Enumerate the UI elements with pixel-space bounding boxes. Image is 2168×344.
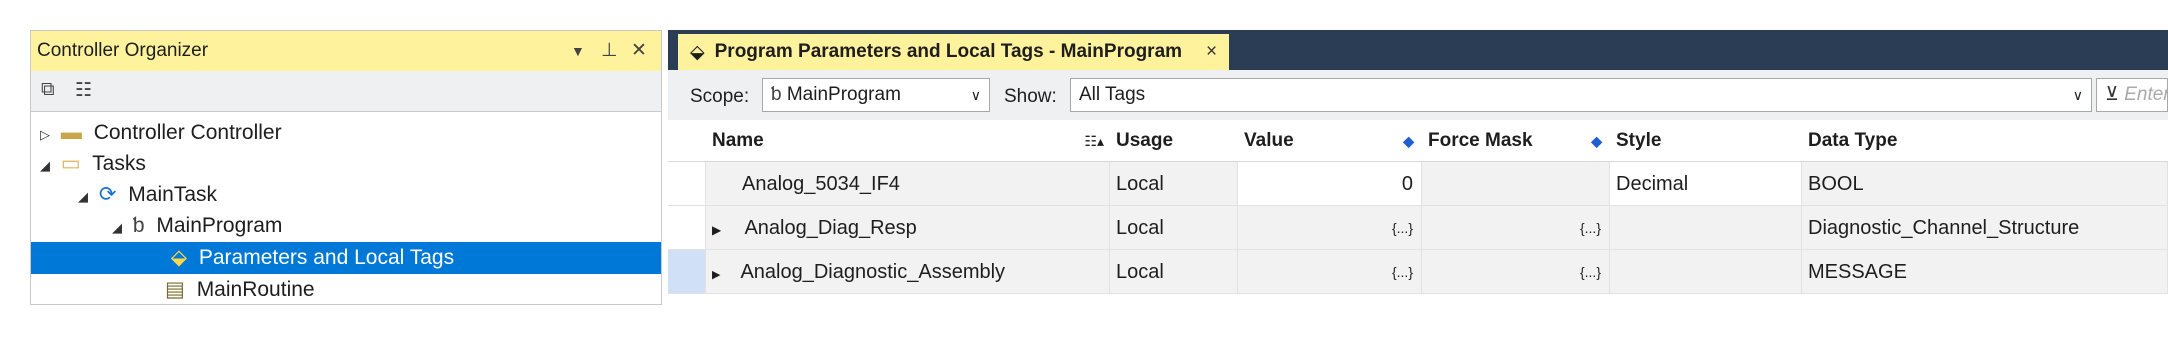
tag-editor-panel: ⬙ Program Parameters and Local Tags - Ma… bbox=[668, 30, 2168, 305]
tree-item-label: MainTask bbox=[128, 183, 217, 206]
collapse-arrow-icon[interactable]: ◢ bbox=[35, 150, 55, 182]
folder-open-icon: ▭ bbox=[60, 152, 81, 175]
cell-data-type[interactable]: BOOL bbox=[1802, 162, 2168, 206]
show-label: Show: bbox=[1004, 86, 1057, 107]
chevron-down-icon: ∨ bbox=[970, 87, 981, 103]
column-header-usage[interactable]: Usage bbox=[1110, 120, 1238, 162]
expand-all-icon[interactable]: ☷ bbox=[75, 79, 92, 102]
cell-usage[interactable]: Local bbox=[1110, 162, 1238, 206]
dropdown-arrow-icon[interactable]: ▼ bbox=[571, 43, 585, 59]
column-header-label: Force Mask bbox=[1428, 130, 1533, 151]
routine-icon: ▤ bbox=[165, 278, 185, 301]
tree-item-label: Parameters and Local Tags bbox=[198, 246, 455, 269]
cell-value[interactable]: {...} bbox=[1238, 206, 1422, 250]
tree-item-label: Controller Controller bbox=[93, 121, 282, 144]
cell-name[interactable]: ▶ Analog_Diag_Resp bbox=[706, 206, 1110, 250]
table-row[interactable]: Analog_5034_IF4 Local 0 Decimal BOOL bbox=[668, 162, 2168, 206]
column-header-data-type[interactable]: Data Type bbox=[1802, 120, 2168, 162]
column-header-label: Name bbox=[712, 130, 764, 151]
row-header-selected[interactable] bbox=[668, 250, 706, 294]
cell-name-text: Analog_Diag_Resp bbox=[744, 217, 917, 239]
organizer-toolbar: ⧉ ☷ bbox=[31, 71, 661, 112]
cell-name[interactable]: Analog_5034_IF4 bbox=[706, 162, 1110, 206]
name-filter-input[interactable]: ⊻ Enter Name Filter... bbox=[2096, 78, 2168, 112]
cell-data-type[interactable]: Diagnostic_Channel_Structure bbox=[1802, 206, 2168, 250]
cell-value[interactable]: 0 bbox=[1238, 162, 1422, 206]
program-icon: ƅ bbox=[771, 84, 782, 105]
tree-item-controller[interactable]: ▷ ▬ Controller Controller bbox=[35, 117, 282, 149]
show-select[interactable]: All Tags ∨ bbox=[1070, 78, 2092, 112]
tree-item-maintask[interactable]: ◢ ⟳ MainTask bbox=[73, 179, 217, 211]
document-tab-strip: ⬙ Program Parameters and Local Tags - Ma… bbox=[668, 30, 2168, 70]
task-icon: ⟳ bbox=[98, 183, 117, 206]
folder-icon: ▬ bbox=[60, 121, 82, 144]
tag-icon: ⬙ bbox=[690, 41, 705, 63]
organizer-title: Controller Organizer bbox=[37, 40, 209, 61]
tag-editor-toolbar: Scope: ƅ MainProgram ∨ Show: All Tags ∨ … bbox=[668, 70, 2168, 120]
organizer-title-bar: Controller Organizer ▼ ⊥ ✕ bbox=[31, 31, 661, 71]
cell-force-mask[interactable]: {...} bbox=[1422, 206, 1610, 250]
tree-item-tasks[interactable]: ◢ ▭ Tasks bbox=[35, 148, 146, 180]
cell-force-mask[interactable]: {...} bbox=[1422, 250, 1610, 294]
column-header-value[interactable]: Value ◆ bbox=[1238, 120, 1422, 162]
filter-icon: ⊻ bbox=[2105, 84, 2119, 105]
expand-arrow-icon[interactable]: ▷ bbox=[35, 119, 55, 151]
column-header-force-mask[interactable]: Force Mask ◆ bbox=[1422, 120, 1610, 162]
table-row[interactable]: ▶ Analog_Diag_Resp Local {...} {...} Dia… bbox=[668, 206, 2168, 250]
tree-item-mainroutine[interactable]: ▤ MainRoutine bbox=[165, 274, 315, 304]
tree-item-parameters-and-local-tags[interactable]: ⬙ Parameters and Local Tags bbox=[31, 242, 661, 274]
cell-name[interactable]: ▶ Analog_Diagnostic_Assembly bbox=[706, 250, 1110, 294]
row-header[interactable] bbox=[668, 206, 706, 250]
tab-close-icon[interactable]: × bbox=[1206, 41, 1217, 63]
collapse-arrow-icon[interactable]: ◢ bbox=[73, 181, 93, 213]
scope-select[interactable]: ƅ MainProgram ∨ bbox=[762, 78, 990, 112]
controller-organizer-panel: Controller Organizer ▼ ⊥ ✕ ⧉ ☷ ▷ ▬ Contr… bbox=[30, 30, 662, 305]
cell-value[interactable]: {...} bbox=[1238, 250, 1422, 294]
radix-icon[interactable]: ◆ bbox=[1591, 120, 1602, 162]
pin-icon[interactable]: ⊥ bbox=[601, 39, 618, 62]
tab-title: Program Parameters and Local Tags - Main… bbox=[714, 41, 1183, 62]
tree-item-mainprogram[interactable]: ◢ ƅ MainProgram bbox=[107, 210, 282, 242]
scope-label: Scope: bbox=[690, 86, 750, 107]
radix-icon[interactable]: ◆ bbox=[1403, 120, 1414, 162]
row-header[interactable] bbox=[668, 162, 706, 206]
cell-force-mask[interactable] bbox=[1422, 162, 1610, 206]
collapse-all-icon[interactable]: ⧉ bbox=[41, 79, 55, 101]
scope-value: MainProgram bbox=[786, 84, 901, 105]
tab-program-parameters[interactable]: ⬙ Program Parameters and Local Tags - Ma… bbox=[678, 34, 1230, 70]
row-header-corner bbox=[668, 120, 706, 162]
program-icon: ƅ bbox=[132, 214, 145, 237]
column-header-style[interactable]: Style bbox=[1610, 120, 1802, 162]
sort-icon[interactable]: ☷▴ bbox=[1084, 120, 1104, 162]
expand-arrow-icon[interactable]: ▶ bbox=[712, 253, 736, 293]
chevron-down-icon: ∨ bbox=[2072, 87, 2083, 103]
tree-item-label: MainRoutine bbox=[196, 278, 315, 301]
cell-style[interactable] bbox=[1610, 250, 1802, 294]
show-value: All Tags bbox=[1079, 84, 1146, 105]
tree-item-label: MainProgram bbox=[156, 214, 283, 237]
tag-icon: ⬙ bbox=[170, 246, 187, 269]
cell-style[interactable]: Decimal bbox=[1610, 162, 1802, 206]
column-header-label: Value bbox=[1244, 130, 1294, 151]
cell-usage[interactable]: Local bbox=[1110, 206, 1238, 250]
cell-data-type[interactable]: MESSAGE bbox=[1802, 250, 2168, 294]
collapse-arrow-icon[interactable]: ◢ bbox=[107, 212, 127, 244]
tree-item-label: Tasks bbox=[92, 152, 146, 175]
filter-placeholder: Enter Name Filter... bbox=[2124, 84, 2168, 105]
cell-style[interactable] bbox=[1610, 206, 1802, 250]
cell-name-text: Analog_Diagnostic_Assembly bbox=[740, 261, 1006, 283]
column-header-name[interactable]: Name ☷▴ bbox=[706, 120, 1110, 162]
expand-arrow-icon[interactable]: ▶ bbox=[712, 208, 740, 249]
close-icon[interactable]: ✕ bbox=[631, 39, 647, 62]
table-row[interactable]: ▶ Analog_Diagnostic_Assembly Local {...}… bbox=[668, 250, 2168, 294]
cell-usage[interactable]: Local bbox=[1110, 250, 1238, 294]
